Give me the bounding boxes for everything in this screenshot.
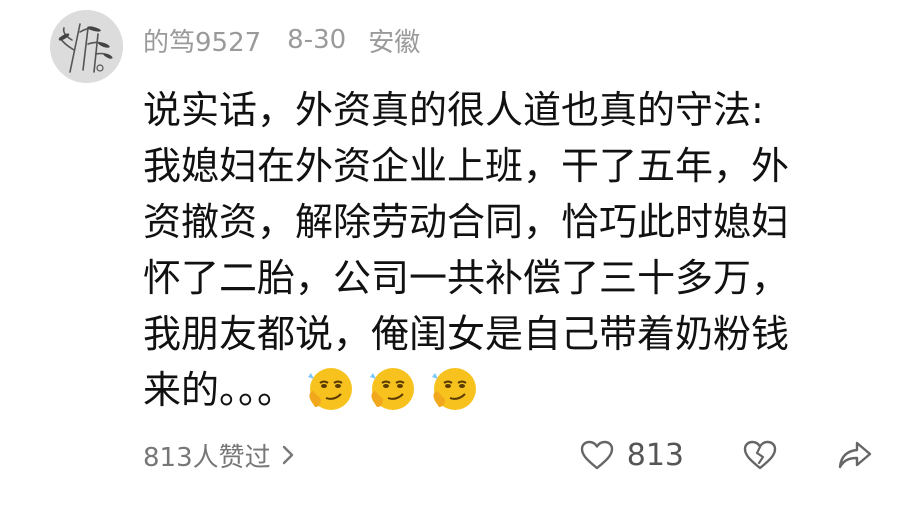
chevron-right-icon xyxy=(282,445,293,465)
comment-actions: 813 xyxy=(579,433,874,477)
bamboo-avatar-image xyxy=(50,10,123,83)
comment-line: 资撤资，解除劳动合同，恰巧此时媳妇 xyxy=(143,200,790,244)
avatar[interactable] xyxy=(50,10,123,83)
dislike-button[interactable] xyxy=(742,439,778,471)
heart-icon xyxy=(580,440,613,470)
comment-line: 说实话，外资真的很人道也真的守法: xyxy=(143,88,764,132)
likes-summary-text: 813人赞过 xyxy=(143,442,271,473)
smirk-emoji-icon xyxy=(432,367,477,410)
comment-date: 8-30 xyxy=(287,25,347,55)
comment-body: 说实话，外资真的很人道也真的守法: 我媳妇在外资企业上班，干了五年，外 资撤资，… xyxy=(143,82,863,418)
comment-line: 我朋友都说，俺闺女是自己带着奶粉钱 xyxy=(143,312,790,356)
share-button[interactable] xyxy=(836,439,874,471)
smirk-emoji-icon xyxy=(370,367,415,410)
username[interactable]: 的笃9527 xyxy=(143,22,261,59)
smirk-emoji-icon xyxy=(308,367,353,410)
comment-location: 安徽 xyxy=(368,27,421,58)
broken-heart-icon xyxy=(743,440,777,470)
comment-last-line: 来的。。。 xyxy=(143,362,863,418)
share-arrow-icon xyxy=(838,441,872,469)
comment-line: 来的。。。 xyxy=(143,368,296,412)
comment-meta: 的笃9527 8-30 安徽 xyxy=(143,20,442,60)
like-button[interactable]: 813 xyxy=(579,438,684,473)
comment-line: 我媳妇在外资企业上班，干了五年，外 xyxy=(143,144,790,188)
like-count: 813 xyxy=(626,437,684,473)
likes-summary-link[interactable]: 813人赞过 xyxy=(143,433,295,477)
comment-line: 怀了二胎，公司一共补偿了三十多万， xyxy=(143,256,790,300)
